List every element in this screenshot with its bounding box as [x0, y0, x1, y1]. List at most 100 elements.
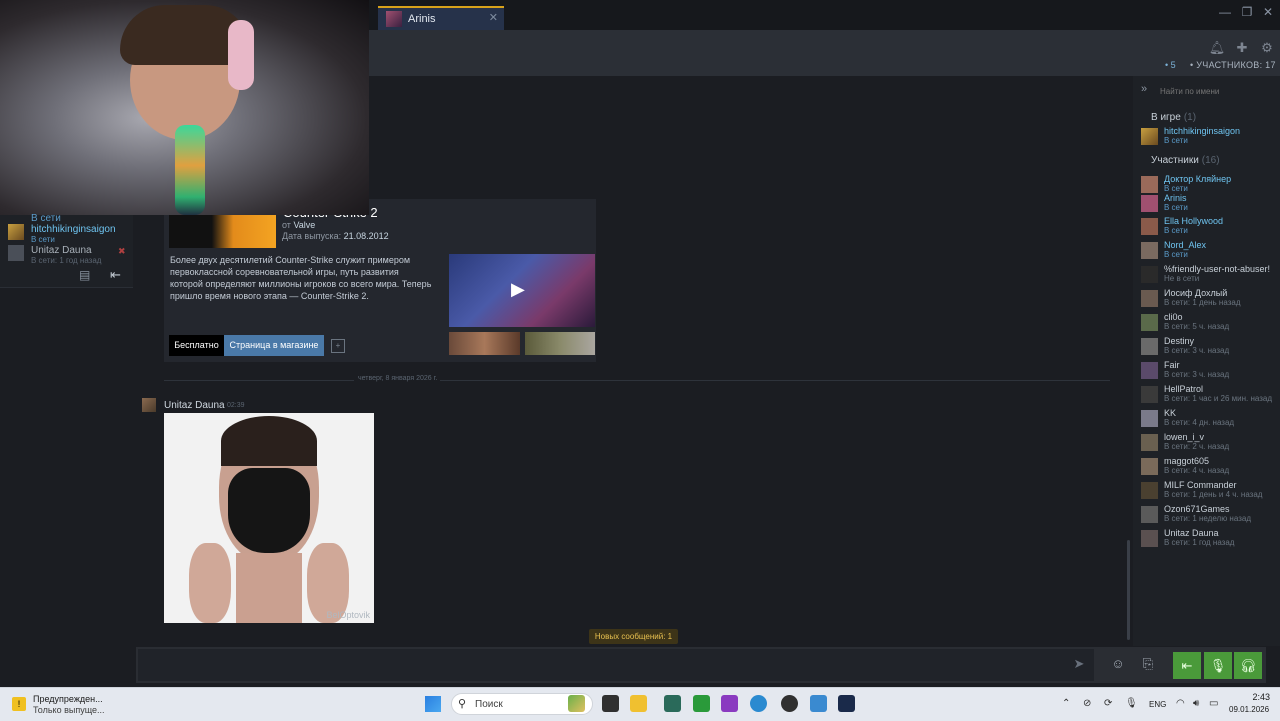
voice-member-name[interactable]: Unitaz Dauna	[31, 245, 92, 256]
divider-line	[164, 380, 354, 381]
volume-icon[interactable]: 🔊︎	[1193, 698, 1199, 709]
store-page-button[interactable]: Страница в магазине	[224, 335, 324, 356]
clock-date[interactable]: 09.01.2026	[1229, 705, 1269, 714]
language-indicator[interactable]: ENG	[1149, 700, 1166, 709]
member-item[interactable]: HellPatrol В сети: 1 час и 26 мин. назад	[1140, 384, 1280, 406]
collapse-icon[interactable]: »	[1141, 83, 1147, 95]
app-icon[interactable]	[721, 695, 738, 712]
tab-close-icon[interactable]: ✕	[489, 11, 498, 24]
member-item[interactable]: Destiny В сети: 3 ч. назад	[1140, 336, 1280, 358]
member-search-input[interactable]	[1158, 84, 1277, 99]
chevron-up-icon[interactable]: ⌃	[1062, 698, 1070, 709]
close-window-icon[interactable]: ✕	[1259, 5, 1277, 19]
xbox-icon[interactable]	[693, 695, 710, 712]
member-item[interactable]: Arinis В сети	[1140, 193, 1280, 215]
game-developer: от Valve	[282, 220, 315, 230]
app-icon[interactable]	[664, 695, 681, 712]
voice-member-name[interactable]: hitchhikinginsaigon	[31, 224, 116, 235]
warning-icon[interactable]: !	[12, 697, 26, 711]
member-item[interactable]: Unitaz Dauna В сети: 1 год назад	[1140, 528, 1280, 550]
tab-arinis[interactable]: Arinis ✕	[378, 6, 504, 30]
settings-icon[interactable]: ⚙	[1258, 40, 1276, 58]
member-status: В сети	[1164, 203, 1188, 212]
microphone	[175, 125, 205, 215]
file-explorer-icon[interactable]	[630, 695, 647, 712]
minimize-icon[interactable]: —	[1216, 5, 1234, 19]
member-item[interactable]: Ella Hollywood В сети	[1140, 216, 1280, 238]
online-count: • 5	[1165, 60, 1176, 70]
member-item[interactable]: Fair В сети: 3 ч. назад	[1140, 360, 1280, 382]
new-messages-badge[interactable]: Новых сообщений: 1	[589, 629, 678, 644]
game-description: Более двух десятилетий Counter-Strike сл…	[170, 255, 432, 301]
member-item[interactable]: Иосиф Дохлый В сети: 1 день назад	[1140, 288, 1280, 310]
battery-icon[interactable]: ▭	[1209, 698, 1218, 709]
mic-icon[interactable]: 🎙︎	[1204, 652, 1232, 679]
divider-line	[440, 380, 1110, 381]
member-status: В сети: 1 неделю назад	[1164, 514, 1251, 523]
task-view-icon[interactable]	[602, 695, 619, 712]
game-capsule-image[interactable]	[169, 215, 276, 248]
play-icon[interactable]: ▶	[511, 279, 525, 300]
headset-icon[interactable]: 🎧︎	[1234, 652, 1262, 679]
notepad-icon[interactable]	[810, 695, 827, 712]
member-status: В сети: 4 ч. назад	[1164, 466, 1230, 475]
release-date: 21.08.2012	[343, 231, 389, 241]
member-item[interactable]: Ozon671Games В сети: 1 неделю назад	[1140, 504, 1280, 526]
member-item[interactable]: %friendly-user-not-abuser! Не в сети	[1140, 264, 1280, 286]
edge-icon[interactable]	[750, 695, 767, 712]
message-image[interactable]: BelOptovik	[164, 413, 374, 623]
image-neck	[236, 553, 302, 623]
image-hand	[189, 543, 231, 623]
app-icon[interactable]	[781, 695, 798, 712]
notification-subtitle[interactable]: Только выпуще...	[33, 705, 105, 715]
developer-name[interactable]: Valve	[293, 220, 315, 230]
avatar[interactable]	[142, 398, 156, 412]
clock-time[interactable]: 2:43	[1246, 692, 1270, 702]
notes-icon[interactable]: ▤	[79, 268, 90, 282]
avatar[interactable]	[8, 224, 24, 240]
avatar	[1141, 506, 1158, 523]
chat-scrollbar[interactable]	[1127, 540, 1130, 640]
wifi-icon[interactable]: ◠	[1176, 698, 1185, 709]
sync-icon[interactable]: ⟳	[1104, 698, 1112, 709]
member-item[interactable]: Nord_Alex В сети	[1140, 240, 1280, 262]
add-friend-icon[interactable]: ✚	[1233, 40, 1251, 58]
member-item[interactable]: lowen_i_v В сети: 2 ч. назад	[1140, 432, 1280, 454]
send-icon[interactable]: ➤	[1068, 656, 1090, 674]
screenshot-thumbnail[interactable]	[525, 332, 595, 355]
member-status: В сети: 5 ч. назад	[1164, 322, 1230, 331]
emoji-icon[interactable]: ☺	[1108, 656, 1128, 674]
notification-title[interactable]: Предупрежден...	[33, 694, 103, 704]
tray-icon[interactable]: ⊘	[1083, 698, 1091, 709]
member-name: cli0o	[1164, 312, 1183, 322]
member-name: Unitaz Dauna	[1164, 528, 1219, 538]
taskbar-search-placeholder: Поиск	[475, 699, 503, 710]
member-item[interactable]: KK В сети: 4 дн. назад	[1140, 408, 1280, 430]
widgets-icon[interactable]	[568, 695, 585, 712]
avatar	[1141, 482, 1158, 499]
member-item[interactable]: MILF Commander В сети: 1 день и 4 ч. наза…	[1140, 480, 1280, 502]
member-name: Arinis	[1164, 193, 1187, 203]
developer-prefix: от	[282, 220, 291, 230]
message-author[interactable]: Unitaz Dauna	[164, 400, 225, 411]
wishlist-icon[interactable]: +	[331, 339, 345, 353]
member-name: maggot605	[1164, 456, 1210, 466]
voice-member-status: В сети	[31, 235, 55, 244]
member-item[interactable]: maggot605 В сети: 4 ч. назад	[1140, 456, 1280, 478]
attach-icon[interactable]: ⎘	[1138, 656, 1158, 674]
member-item[interactable]: hitchhikinginsaigon В сети	[1140, 126, 1280, 148]
member-item[interactable]: cli0o В сети: 5 ч. назад	[1140, 312, 1280, 334]
member-name: Иосиф Дохлый	[1164, 288, 1228, 298]
bell-icon[interactable]: 🔔︎	[1208, 40, 1226, 58]
section-members: Участники (16)	[1151, 155, 1220, 166]
windows-start-icon[interactable]	[425, 696, 441, 712]
steam-icon[interactable]	[838, 695, 855, 712]
leave-voice-icon[interactable]: ⇤	[1173, 652, 1201, 679]
chat-input[interactable]	[138, 649, 1094, 681]
member-name: HellPatrol	[1164, 384, 1204, 394]
maximize-icon[interactable]: ❐	[1238, 5, 1256, 19]
leave-icon[interactable]: ⇤	[110, 267, 121, 283]
screenshot-thumbnail[interactable]	[449, 332, 520, 355]
avatar[interactable]	[8, 245, 24, 261]
mic-tray-icon[interactable]: 🎙︎	[1125, 698, 1138, 709]
